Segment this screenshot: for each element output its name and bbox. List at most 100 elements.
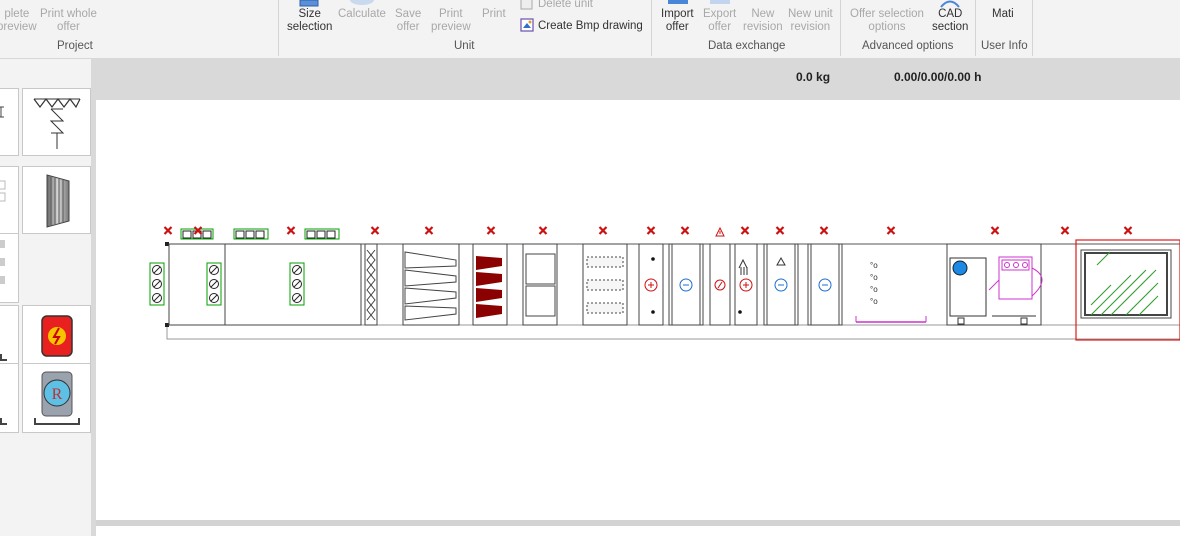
export-offer-label-line1: Export [703, 8, 737, 20]
delete-unit-label: Delete unit [538, 0, 593, 10]
delete-component-icon[interactable] [424, 226, 434, 235]
advanced-options-group-label: Advanced options [862, 40, 954, 52]
ahu-unit-drawing: °o °o °o °o [149, 226, 1180, 341]
import-offer-label-line2: offer [665, 21, 689, 33]
offer-selection-options-button[interactable]: Offer selection options [850, 8, 924, 34]
save-offer-label-line2: offer [396, 21, 420, 33]
size-selection-label-line1: Size [298, 8, 321, 20]
bag-filter-section[interactable] [402, 243, 460, 326]
cad-section-label-line2: section [932, 21, 969, 33]
new-revision-button[interactable]: New revision [743, 8, 783, 34]
save-offer-button[interactable]: Save offer [395, 8, 421, 34]
print-label: Print [482, 8, 506, 20]
delete-component-icon[interactable] [819, 226, 829, 235]
delete-component-icon[interactable] [740, 226, 750, 235]
delete-component-icon[interactable] [163, 226, 173, 235]
ribbon-toolbar: plete preview Print whole offer Project … [0, 0, 1180, 59]
palette-tile-partial[interactable] [0, 88, 19, 156]
palette-tile-partial[interactable] [0, 363, 19, 433]
print-button[interactable]: Print [482, 8, 506, 21]
palette-tile-partial[interactable] [0, 166, 19, 234]
delete-component-icon[interactable] [886, 226, 896, 235]
palette-tile-recuperator[interactable]: R [22, 363, 91, 433]
partial-component-icon [0, 354, 7, 361]
delete-component-icon[interactable] [646, 226, 656, 235]
calculate-button[interactable]: Calculate [338, 8, 386, 21]
partial-component-icon [0, 106, 4, 118]
palette-tile-electric-heater[interactable] [22, 305, 91, 365]
recuperator-icon: R [34, 371, 80, 425]
delete-component-icon[interactable] [486, 226, 496, 235]
warning-icon[interactable] [715, 226, 725, 237]
inlet-damper[interactable] [149, 262, 165, 306]
import-offer-icon [668, 0, 688, 4]
cooling-coil-section[interactable] [668, 243, 704, 326]
mixing-section[interactable] [168, 228, 226, 326]
canvas-horizontal-scrollbar[interactable] [96, 520, 1180, 526]
cooling-coil-section[interactable] [807, 243, 843, 326]
print-preview-button[interactable]: Print preview [431, 8, 471, 34]
delete-component-icon[interactable] [990, 226, 1000, 235]
droplet-eliminator-section[interactable]: °o °o °o °o [855, 261, 927, 323]
heating-coil-section[interactable] [638, 243, 664, 326]
palette-tile-silencer-section[interactable] [22, 166, 91, 234]
unit-group-label: Unit [454, 40, 475, 52]
palette-tile-partial[interactable] [0, 305, 19, 365]
unit-drawing-canvas[interactable]: °o °o °o °o [96, 100, 1180, 520]
cad-section-button[interactable]: CAD section [932, 8, 968, 34]
fan-motor-icon [988, 256, 1043, 300]
svg-text:°o: °o [870, 273, 878, 282]
delete-component-icon[interactable] [1123, 226, 1133, 235]
empty-section[interactable] [522, 243, 558, 326]
delete-component-icon[interactable] [286, 226, 296, 235]
delete-component-icon[interactable] [680, 226, 690, 235]
new-unit-revision-button[interactable]: New unit revision [788, 8, 833, 34]
import-offer-button[interactable]: Import offer [661, 8, 694, 34]
silencer-section-icon [46, 174, 70, 228]
unit-info-bar: 0.0 kg 0.00/0.00/0.00 h [96, 59, 1180, 100]
humidifier-section[interactable] [763, 243, 799, 326]
delete-component-icon[interactable] [538, 226, 548, 235]
panel-filter-section[interactable] [364, 243, 378, 326]
size-selection-button[interactable]: Size selection [287, 8, 332, 34]
delete-unit-button[interactable]: Delete unit [538, 0, 593, 11]
delete-component-icon[interactable] [370, 226, 380, 235]
size-selection-icon [299, 0, 319, 7]
delete-component-icon[interactable] [775, 226, 785, 235]
unit-hours: 0.00/0.00/0.00 h [894, 70, 982, 84]
new-revision-label-line2: revision [743, 21, 783, 33]
group-separator [1032, 0, 1033, 56]
partial-component-icon [0, 418, 7, 425]
palette-tile-damper-section[interactable] [22, 88, 91, 156]
heat-exchanger-section[interactable] [709, 243, 731, 326]
carbon-filter-section[interactable] [582, 243, 628, 326]
print-whole-offer-label-line1: Print whole [40, 8, 97, 20]
unit-weight: 0.0 kg [796, 70, 831, 84]
palette-tile-partial[interactable] [0, 233, 19, 303]
user-info-group-label: User Info [981, 40, 1028, 52]
electric-heater-icon [41, 315, 73, 357]
delete-component-icon[interactable] [1060, 226, 1070, 235]
print-whole-offer-button[interactable]: Print whole offer [40, 8, 97, 34]
partial-component-icon [0, 180, 6, 202]
offer-selection-options-label-line1: Offer selection [850, 8, 924, 20]
fine-filter-section[interactable] [472, 243, 508, 326]
create-bmp-drawing-button[interactable]: Create Bmp drawing [538, 20, 643, 33]
project-group-label: Project [57, 40, 93, 52]
partial-component-icon [0, 240, 5, 284]
export-offer-button[interactable]: Export offer [703, 8, 736, 34]
print-whole-offer-label-line2: offer [57, 21, 80, 33]
user-name-button[interactable]: Mati [992, 8, 1014, 21]
new-unit-revision-label-line1: New unit [788, 8, 833, 20]
save-offer-label-line1: Save [395, 8, 422, 20]
mixing-section[interactable] [224, 228, 362, 326]
complete-preview-label-line2: preview [0, 21, 37, 33]
import-offer-label-line1: Import [661, 8, 694, 20]
heating-coil-section[interactable] [734, 243, 758, 326]
complete-preview-button[interactable]: plete preview [0, 8, 37, 34]
cad-section-icon [940, 0, 960, 8]
print-preview-label-line1: Print [438, 8, 463, 20]
user-name-label: Mati [992, 8, 1014, 20]
size-selection-label-line2: selection [287, 21, 333, 33]
delete-component-icon[interactable] [598, 226, 608, 235]
